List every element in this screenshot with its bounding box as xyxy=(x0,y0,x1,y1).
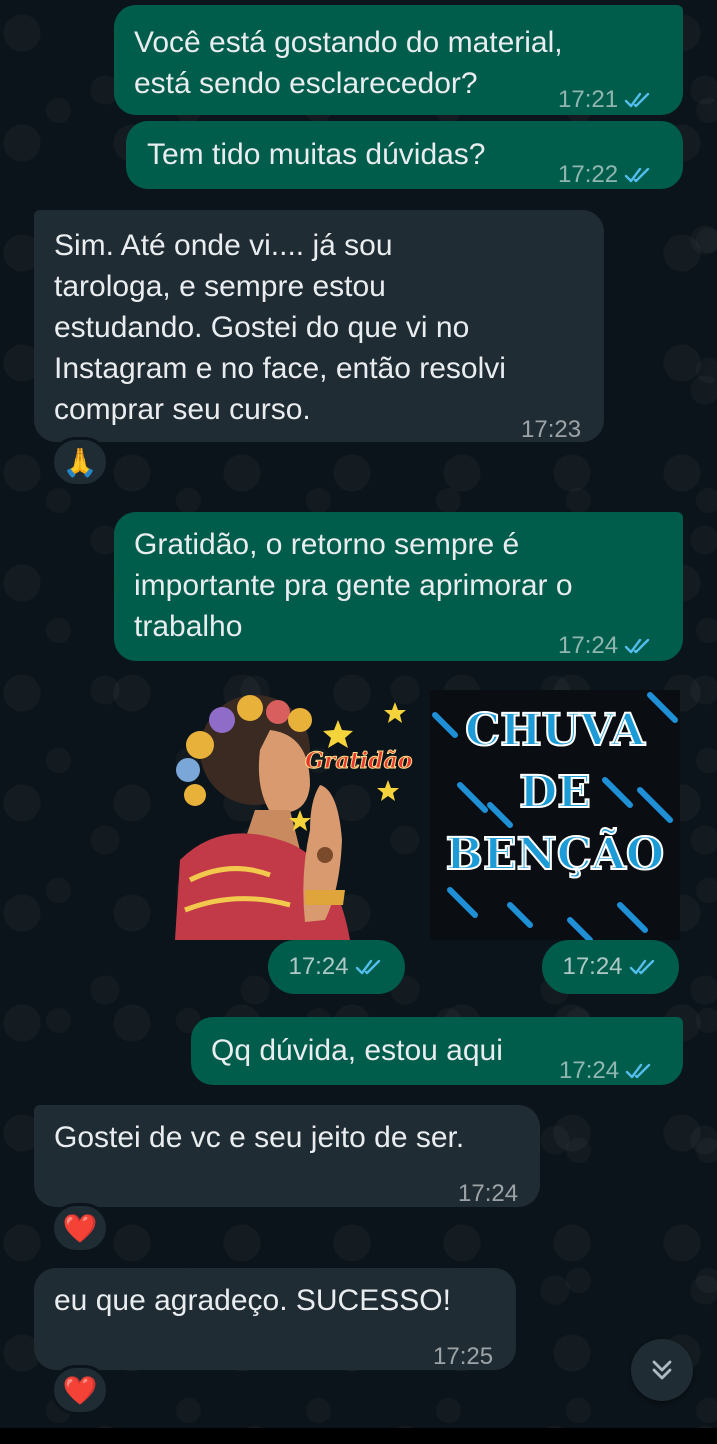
message-meta: 17:24 xyxy=(458,1173,518,1214)
read-ticks-icon xyxy=(624,167,650,182)
message-time: 17:24 xyxy=(458,1180,519,1207)
scroll-to-bottom-button[interactable] xyxy=(631,1339,693,1401)
message-text: Sim. Até onde vi.... já sou tarologa, e … xyxy=(54,229,506,426)
sticker-timestamp: 17:24 xyxy=(268,940,405,994)
incoming-message[interactable]: Sim. Até onde vi.... já sou tarologa, e … xyxy=(34,210,604,443)
message-time: 17:21 xyxy=(558,86,619,113)
sticker-caption-line: CHUVA xyxy=(464,704,646,757)
double-chevron-down-icon xyxy=(652,1360,672,1380)
incoming-message[interactable]: Gostei de vc e seu jeito de ser. 17:24 xyxy=(34,1105,540,1207)
message-time: 17:25 xyxy=(433,1343,494,1370)
bottom-edge xyxy=(0,1428,717,1444)
outgoing-message[interactable]: Gratidão, o retorno sempre é importante … xyxy=(114,512,683,661)
message-meta: 17:22 xyxy=(558,154,654,195)
read-ticks-icon xyxy=(355,959,380,975)
message-meta: 17:21 xyxy=(558,79,654,120)
message-meta: 17:24 xyxy=(559,1050,655,1091)
reaction-badge[interactable]: 🙏 xyxy=(51,437,109,487)
message-time: 17:24 xyxy=(562,953,623,980)
sticker-caption-line: BENÇÃO xyxy=(445,828,665,881)
sticker-timestamp: 17:24 xyxy=(542,940,679,994)
heart-icon: ❤️ xyxy=(62,1374,98,1406)
message-text: Gostei de vc e seu jeito de ser. xyxy=(54,1121,465,1154)
gratidao-sticker[interactable]: Gratidão xyxy=(160,690,413,940)
sticker-caption-line: DE xyxy=(518,766,592,819)
message-text: Qq dúvida, estou aqui xyxy=(211,1034,503,1067)
read-ticks-icon xyxy=(625,1063,651,1078)
message-time: 17:24 xyxy=(559,1057,620,1084)
outgoing-message[interactable]: Você está gostando do material, está sen… xyxy=(114,5,683,115)
read-ticks-icon xyxy=(624,638,650,653)
message-meta: 17:24 xyxy=(558,625,654,666)
outgoing-message[interactable]: Qq dúvida, estou aqui 17:24 xyxy=(191,1017,683,1085)
message-time: 17:23 xyxy=(521,416,582,443)
reaction-badge[interactable]: ❤️ xyxy=(51,1203,109,1253)
message-text: Tem tido muitas dúvidas? xyxy=(147,138,486,171)
message-text: Gratidão, o retorno sempre é importante … xyxy=(134,528,573,643)
incoming-message[interactable]: eu que agradeço. SUCESSO! 17:25 xyxy=(34,1268,516,1370)
message-text: Você está gostando do material, está sen… xyxy=(134,26,563,100)
message-time: 17:24 xyxy=(288,953,349,980)
message-text: eu que agradeço. SUCESSO! xyxy=(54,1284,451,1317)
message-time: 17:24 xyxy=(558,632,619,659)
read-ticks-icon xyxy=(629,959,654,975)
praying-woman-icon xyxy=(175,695,406,940)
reaction-badge[interactable]: ❤️ xyxy=(51,1365,109,1415)
praying-hands-icon: 🙏 xyxy=(62,446,98,478)
sticker-caption: CHUVA DE BENÇÃO xyxy=(430,700,680,886)
heart-icon: ❤️ xyxy=(62,1212,98,1244)
message-meta: 17:25 xyxy=(433,1336,493,1377)
message-meta: 17:23 xyxy=(521,409,581,450)
sticker-caption: Gratidão xyxy=(304,748,413,775)
message-time: 17:22 xyxy=(558,161,619,188)
read-ticks-icon xyxy=(624,92,650,107)
chuva-de-bencao-sticker[interactable]: CHUVA DE BENÇÃO xyxy=(430,690,680,940)
outgoing-message[interactable]: Tem tido muitas dúvidas? 17:22 xyxy=(126,121,683,189)
